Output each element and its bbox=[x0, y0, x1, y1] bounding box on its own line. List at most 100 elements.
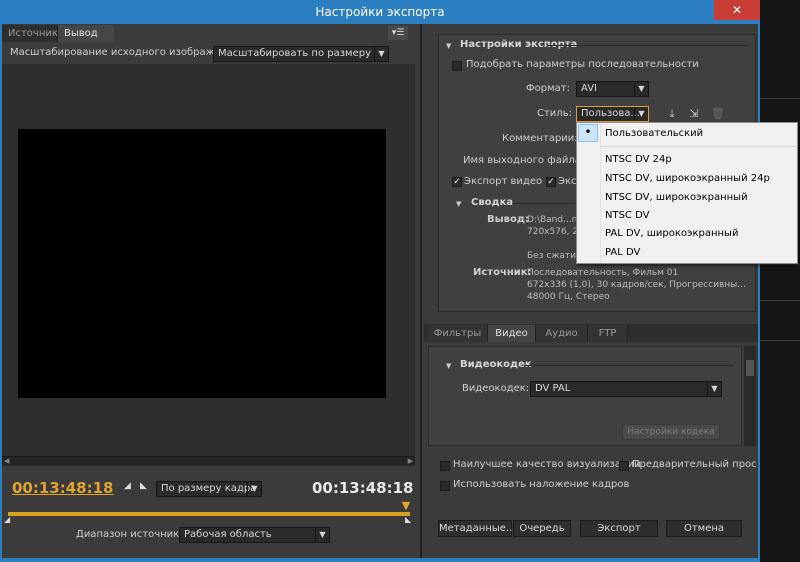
chevron-down-icon: ▼ bbox=[315, 528, 329, 542]
scroll-left-icon[interactable]: ◀ bbox=[4, 457, 9, 465]
cancel-button[interactable]: Отмена bbox=[666, 520, 742, 537]
delete-preset-icon[interactable]: 🗑 bbox=[710, 107, 726, 121]
preview-checkbox[interactable] bbox=[619, 461, 629, 471]
best-quality-checkbox[interactable] bbox=[440, 461, 450, 471]
video-preview bbox=[18, 129, 386, 398]
best-quality-label: Наилучшее качество визуализации bbox=[453, 459, 641, 470]
section-divider bbox=[512, 203, 576, 204]
menu-item-pal-dv[interactable]: PAL DV bbox=[605, 247, 640, 258]
fit-dropdown[interactable]: По размеру кадра ▼ bbox=[156, 481, 262, 497]
export-video-label: Экспорт видео bbox=[464, 176, 543, 187]
frame-blending-label: Использовать наложение кадров bbox=[453, 479, 630, 490]
tab-output[interactable]: Вывод bbox=[58, 25, 114, 42]
window-frame bbox=[758, 24, 760, 562]
tab-ftp[interactable]: FTP bbox=[588, 325, 628, 342]
export-video-checkbox[interactable]: ✓ bbox=[452, 177, 462, 187]
source-line: Последовательность, Фильм 01 bbox=[527, 268, 679, 278]
chevron-down-icon: ▼ bbox=[374, 47, 388, 61]
playhead-icon[interactable]: ▼ bbox=[401, 500, 411, 512]
duration-timecode: 00:13:48:18 bbox=[312, 479, 414, 497]
scroll-right-icon[interactable]: ▶ bbox=[408, 457, 413, 465]
tab-audio[interactable]: Аудио bbox=[536, 325, 588, 342]
background-divider bbox=[760, 264, 800, 265]
video-codec-label: Видеокодек: bbox=[462, 383, 530, 394]
menu-item-pal-dv-wide[interactable]: PAL DV, широкоэкранный bbox=[605, 228, 738, 239]
save-preset-icon[interactable]: ⤓ bbox=[664, 107, 680, 121]
output-line: Без сжатия bbox=[527, 251, 582, 261]
format-value: AVI bbox=[581, 83, 597, 94]
menu-item-custom[interactable]: Пользовательский bbox=[605, 128, 703, 139]
window-frame bbox=[0, 558, 760, 562]
chevron-down-icon: ▼ bbox=[247, 482, 261, 496]
source-label: Источник: bbox=[473, 267, 532, 278]
timeline-track[interactable] bbox=[8, 512, 410, 516]
style-dropdown[interactable]: Пользова... ▼ bbox=[576, 106, 649, 122]
source-range-label: Диапазон источника: bbox=[76, 529, 189, 540]
match-sequence-label: Подобрать параметры последовательности bbox=[466, 59, 699, 70]
scrollbar-thumb[interactable] bbox=[746, 360, 754, 376]
menu-gutter bbox=[577, 123, 601, 263]
video-codec-value: DV PAL bbox=[535, 383, 571, 394]
mark-in-icon[interactable]: ◢ bbox=[124, 481, 131, 491]
preview-label: Предварительный просмотр bbox=[632, 459, 757, 470]
format-dropdown[interactable]: AVI ▼ bbox=[576, 81, 649, 97]
source-line: 48000 Гц, Стерео bbox=[527, 292, 610, 302]
comments-label: Комментарии: bbox=[502, 133, 578, 144]
menu-item-ntsc-dv[interactable]: NTSC DV bbox=[605, 210, 649, 221]
style-value: Пользова... bbox=[581, 108, 640, 119]
current-timecode[interactable]: 00:13:48:18 bbox=[12, 479, 114, 497]
summary-title: Сводка bbox=[471, 197, 514, 208]
match-sequence-checkbox[interactable] bbox=[452, 61, 462, 71]
collapse-triangle-icon[interactable]: ▼ bbox=[456, 200, 461, 208]
background-window bbox=[760, 0, 800, 562]
codec-settings-button[interactable]: Настройки кодека bbox=[622, 424, 720, 440]
format-label: Формат: bbox=[526, 83, 570, 94]
video-codec-title: Видеокодек bbox=[460, 359, 532, 370]
out-point-handle-icon[interactable]: ◣ bbox=[405, 515, 411, 524]
background-divider bbox=[760, 340, 800, 341]
export-audio-label: Экс bbox=[558, 176, 577, 187]
queue-button[interactable]: Очередь bbox=[513, 520, 571, 537]
collapse-triangle-icon[interactable]: ▼ bbox=[446, 42, 451, 50]
selected-bullet-icon: • bbox=[578, 124, 598, 142]
menu-item-ntsc-dv-24p[interactable]: NTSC DV 24p bbox=[605, 154, 672, 165]
in-point-handle-icon[interactable]: ◢ bbox=[4, 515, 10, 524]
source-range-dropdown[interactable]: Рабочая область ▼ bbox=[179, 527, 330, 543]
tab-video[interactable]: Видео bbox=[488, 325, 536, 342]
export-button[interactable]: Экспорт bbox=[580, 520, 658, 537]
fit-dropdown-value: По размеру кадра bbox=[161, 483, 257, 494]
tab-source[interactable]: Источник bbox=[2, 25, 58, 42]
source-range-value: Рабочая область bbox=[184, 529, 272, 540]
source-line: 672x336 (1,0), 30 кадров/сек, Прогрессив… bbox=[527, 280, 746, 290]
mark-out-icon[interactable]: ◣ bbox=[140, 481, 147, 491]
vertical-scrollbar[interactable] bbox=[744, 346, 756, 446]
panel-menu-icon[interactable]: ▾☰ bbox=[388, 26, 408, 40]
chevron-down-icon: ▼ bbox=[634, 82, 648, 96]
horizontal-scrollbar[interactable]: ◀ ▶ bbox=[2, 456, 415, 466]
section-divider bbox=[524, 365, 734, 366]
frame-blending-checkbox[interactable] bbox=[440, 481, 450, 491]
menu-item-ntsc-dv-wide[interactable]: NTSC DV, широкоэкранный bbox=[605, 192, 748, 203]
export-audio-checkbox[interactable]: ✓ bbox=[546, 177, 556, 187]
tab-filters[interactable]: Фильтры bbox=[428, 325, 488, 342]
collapse-triangle-icon[interactable]: ▼ bbox=[446, 362, 451, 370]
section-divider bbox=[548, 45, 748, 46]
output-line: D:\Band...n bbox=[527, 215, 578, 225]
video-codec-dropdown[interactable]: DV PAL ▼ bbox=[530, 381, 722, 397]
metadata-button[interactable]: Метаданные... bbox=[438, 520, 515, 537]
scale-dropdown-value: Масштабировать по размеру bbox=[218, 48, 371, 59]
scale-dropdown[interactable]: Масштабировать по размеру ▼ bbox=[213, 46, 389, 62]
import-preset-icon[interactable]: ⇲ bbox=[686, 107, 702, 121]
menu-separator bbox=[600, 146, 796, 147]
output-label: Вывод: bbox=[487, 214, 529, 225]
scale-label: Масштабирование исходного изображения: bbox=[10, 47, 244, 58]
background-divider bbox=[760, 98, 800, 99]
style-label: Стиль: bbox=[537, 108, 572, 119]
background-divider bbox=[760, 300, 800, 301]
chevron-down-icon: ▼ bbox=[634, 107, 648, 121]
menu-item-ntsc-dv-wide-24p[interactable]: NTSC DV, широкоэкранный 24p bbox=[605, 173, 770, 184]
window-title: Настройки экспорта bbox=[0, 0, 760, 24]
close-button[interactable]: ✕ bbox=[714, 0, 760, 20]
style-menu: Пользовательский NTSC DV 24p NTSC DV, ши… bbox=[576, 122, 798, 264]
output-name-label: Имя выходного файла: bbox=[463, 155, 585, 166]
